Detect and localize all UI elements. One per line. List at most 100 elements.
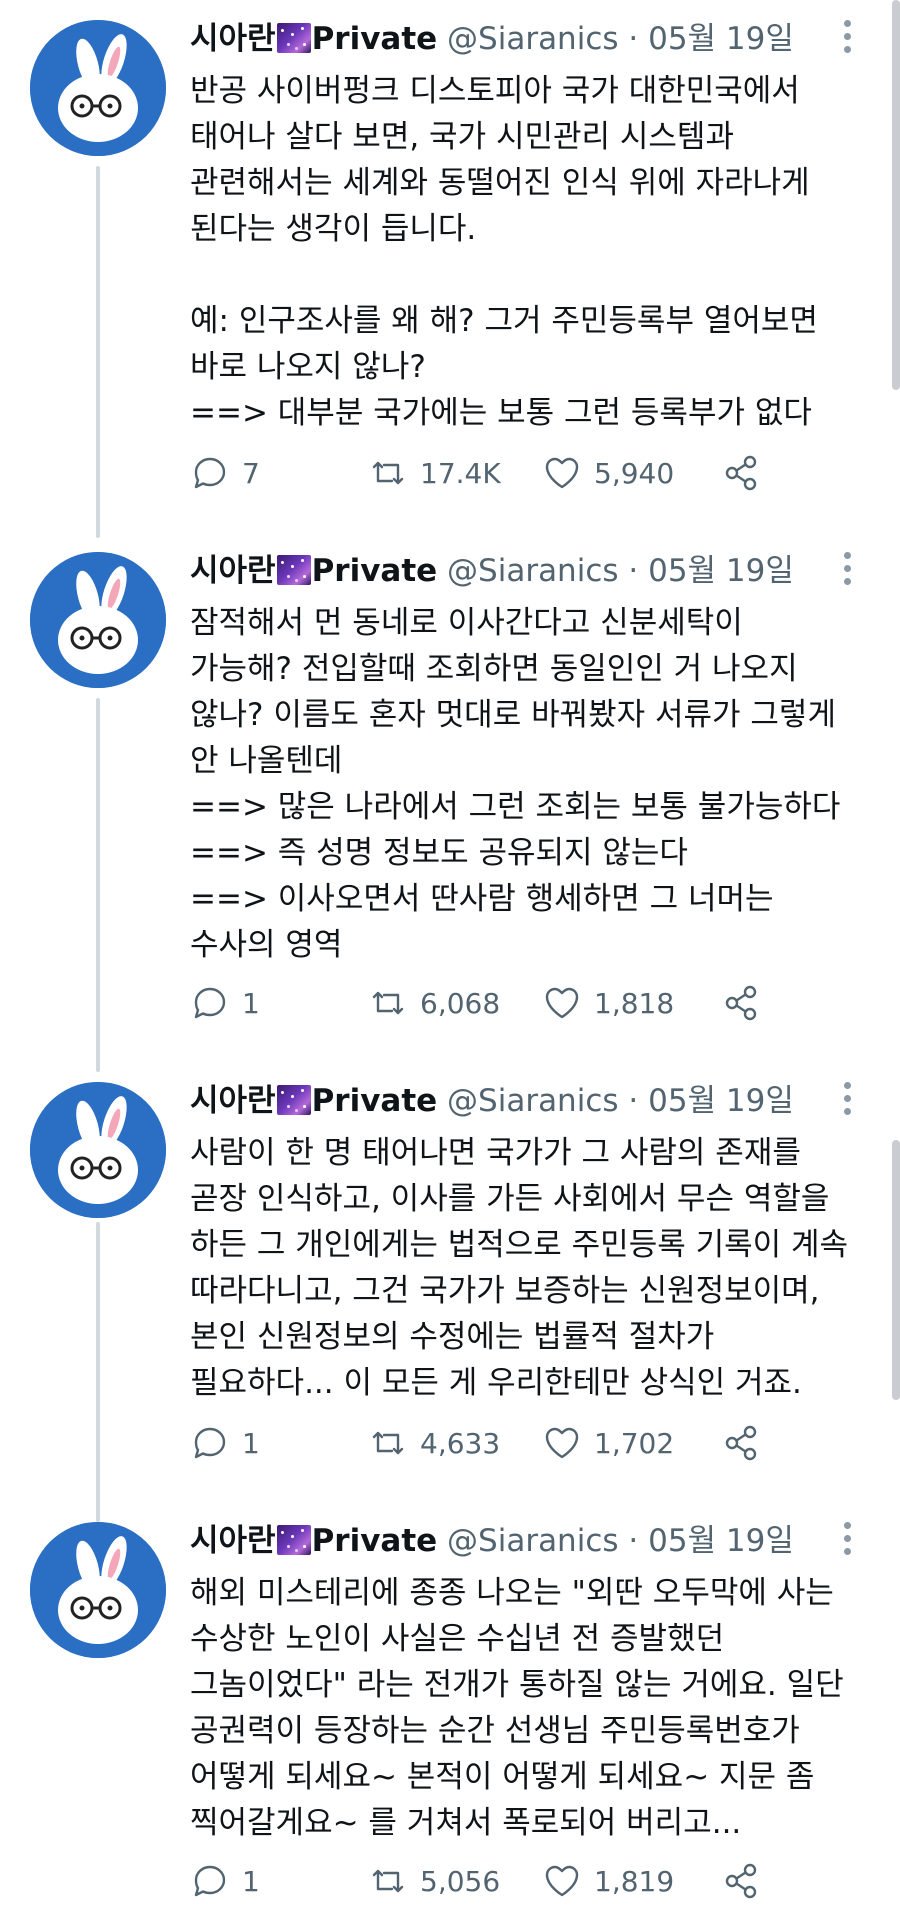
tweet-line: 찍어갈게요~ 를 거쳐서 폭로되어 버리고... [190,1805,742,1841]
tweet-line: 사람이 한 명 태어나면 국가가 그 사람의 존재를 [190,1135,801,1171]
tweet-line: 태어나 살다 보면, 국가 시민관리 시스템과 [190,119,734,155]
tweet[interactable]: 시아란 Private @Siaranics · 05월 19일 사람이 한 명 … [0,1062,900,1502]
heart-icon [545,1865,579,1897]
tweet-header: 시아란 Private @Siaranics · 05월 19일 [190,16,794,62]
reply-button[interactable]: 1 [190,1856,260,1906]
tweet[interactable]: 시아란 Private @Siaranics · 05월 19일 해외 미스테리에… [0,1502,900,1911]
galaxy-emoji-icon [276,1525,311,1555]
reply-icon [194,1865,226,1897]
share-icon [725,455,757,491]
reply-button[interactable]: 1 [190,1418,260,1468]
like-count: 1,819 [594,1864,675,1898]
like-count: 1,818 [594,986,675,1020]
tweet-header: 시아란 Private @Siaranics · 05월 19일 [190,1078,794,1124]
display-name-suffix[interactable]: Private [312,1523,438,1559]
tweet-line: 안 나올텐데 [190,743,343,779]
tweet-line: 잠적해서 먼 동네로 이사간다고 신분세탁이 [190,605,743,641]
tweet-text: 사람이 한 명 태어나면 국가가 그 사람의 존재를 곧장 인식하고, 이사를 … [190,1130,880,1406]
tweet-line: 가능해? 전입할때 조회하면 동일인인 거 나오지 [190,651,798,687]
tweet-actions: 1 6,068 1,818 [190,978,790,1028]
display-name[interactable]: 시아란 [190,553,276,589]
reply-count: 1 [242,1426,260,1460]
like-button[interactable]: 5,940 [542,448,674,498]
tweet-line: 않나? 이름도 혼자 멋대로 바꿔봤자 서류가 그렇게 [190,697,836,733]
tweet-date[interactable]: 05월 19일 [648,21,794,57]
display-name-suffix[interactable]: Private [312,1083,438,1119]
more-options-icon[interactable] [840,1522,854,1562]
tweet-line: ==> 많은 나라에서 그런 조회는 보통 불가능하다 [190,789,841,825]
display-name-suffix[interactable]: Private [312,21,438,57]
avatar[interactable] [30,1082,166,1218]
avatar[interactable] [30,552,166,688]
retweet-button[interactable]: 4,633 [368,1418,500,1468]
reply-button[interactable]: 7 [190,448,260,498]
tweet-text: 해외 미스테리에 종종 나오는 "외딴 오두막에 사는 수상한 노인이 사실은 … [190,1570,880,1846]
like-button[interactable]: 1,818 [542,978,674,1028]
share-button[interactable] [722,1856,762,1906]
tweet-line: 수상한 노인이 사실은 수십년 전 증발했던 [190,1621,725,1657]
tweet-header: 시아란 Private @Siaranics · 05월 19일 [190,1518,794,1564]
tweet-line: 공권력이 등장하는 순간 선생님 주민등록번호가 [190,1713,800,1749]
heart-icon [545,457,579,489]
retweet-count: 17.4K [420,456,501,490]
separator-dot: · [628,553,639,589]
tweet-line: 그놈이었다" 라는 전개가 통하질 않는 거에요. 일단 [190,1667,844,1703]
tweet-line: 반공 사이버펑크 디스토피아 국가 대한민국에서 [190,73,800,109]
bunny-avatar-icon [30,1522,166,1658]
retweet-button[interactable]: 6,068 [368,978,500,1028]
reply-count: 7 [242,456,260,490]
tweet-date[interactable]: 05월 19일 [648,1083,794,1119]
display-name[interactable]: 시아란 [190,1523,276,1559]
retweet-count: 5,056 [420,1864,501,1898]
user-handle[interactable]: @Siaranics [447,21,618,57]
retweet-button[interactable]: 17.4K [368,448,501,498]
tweet-text: 반공 사이버펑크 디스토피아 국가 대한민국에서 태어나 살다 보면, 국가 시… [190,68,880,436]
tweet-header: 시아란 Private @Siaranics · 05월 19일 [190,548,794,594]
tweet-line: ==> 즉 성명 정보도 공유되지 않는다 [190,835,688,871]
bunny-avatar-icon [30,1082,166,1218]
share-icon [725,1863,757,1899]
tweet-date[interactable]: 05월 19일 [648,1523,794,1559]
reply-icon [194,457,226,489]
bunny-avatar-icon [30,552,166,688]
share-button[interactable] [722,448,762,498]
galaxy-emoji-icon [276,23,311,53]
like-button[interactable]: 1,819 [542,1856,674,1906]
reply-count: 1 [242,1864,260,1898]
tweet-date[interactable]: 05월 19일 [648,553,794,589]
separator-dot: · [628,1523,639,1559]
tweet-text: 잠적해서 먼 동네로 이사간다고 신분세탁이 가능해? 전입할때 조회하면 동일… [190,600,880,968]
tweet-line: ==> 대부분 국가에는 보통 그런 등록부가 없다 [190,395,812,431]
tweet-line: 된다는 생각이 듭니다. [190,211,477,247]
more-options-icon[interactable] [840,20,854,60]
display-name[interactable]: 시아란 [190,1083,276,1119]
tweet-actions: 1 5,056 1,819 [190,1856,790,1906]
user-handle[interactable]: @Siaranics [447,1523,618,1559]
reply-button[interactable]: 1 [190,978,260,1028]
retweet-icon [372,1869,404,1893]
more-options-icon[interactable] [840,552,854,592]
display-name-suffix[interactable]: Private [312,553,438,589]
user-handle[interactable]: @Siaranics [447,553,618,589]
display-name[interactable]: 시아란 [190,21,276,57]
more-options-icon[interactable] [840,1082,854,1122]
retweet-button[interactable]: 5,056 [368,1856,500,1906]
retweet-count: 4,633 [420,1426,501,1460]
tweet[interactable]: 시아란 Private @Siaranics · 05월 19일 반공 사이버펑크… [0,0,900,540]
galaxy-emoji-icon [276,1085,311,1115]
retweet-icon [372,991,404,1015]
separator-dot: · [628,1083,639,1119]
tweet-actions: 7 17.4K 5,940 [190,448,790,498]
user-handle[interactable]: @Siaranics [447,1083,618,1119]
heart-icon [545,987,579,1019]
avatar[interactable] [30,20,166,156]
heart-icon [545,1427,579,1459]
tweet[interactable]: 시아란 Private @Siaranics · 05월 19일 잠적해서 먼 동… [0,532,900,1072]
like-button[interactable]: 1,702 [542,1418,674,1468]
galaxy-emoji-icon [276,555,311,585]
share-button[interactable] [722,1418,762,1468]
tweet-line: 본인 신원정보의 수정에는 법률적 절차가 [190,1319,715,1355]
share-button[interactable] [722,978,762,1028]
avatar[interactable] [30,1522,166,1658]
tweet-line [190,252,880,298]
